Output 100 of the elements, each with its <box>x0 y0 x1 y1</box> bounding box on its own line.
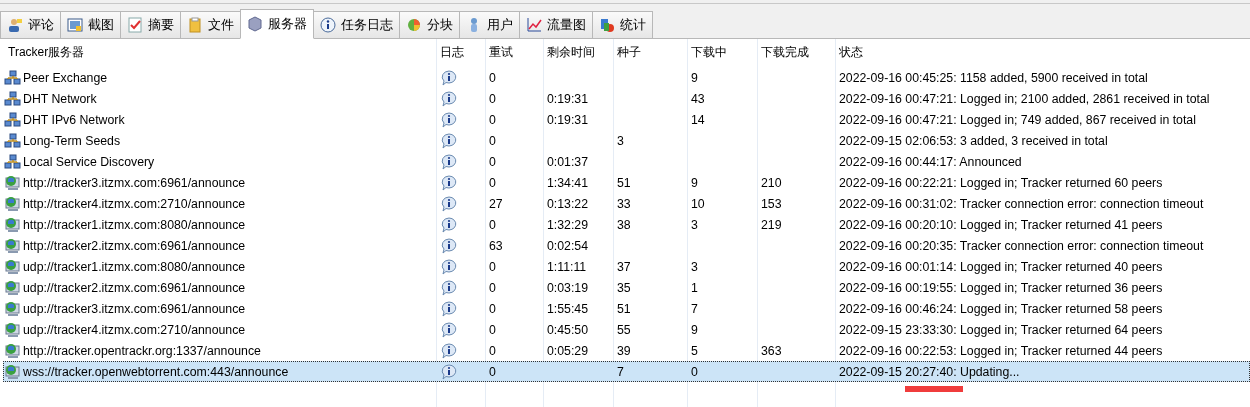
tracker-name: http://tracker1.itzmx.com:8080/announce <box>23 217 246 232</box>
tracker-name: http://tracker2.itzmx.com:6961/announce <box>23 238 246 253</box>
table-cell: 0 <box>489 133 496 148</box>
tab[interactable]: 截图 <box>60 11 121 38</box>
tracker-name: Local Service Discovery <box>23 154 155 169</box>
tab[interactable]: 统计 <box>592 11 653 38</box>
table-cell: 0 <box>489 343 496 358</box>
tracker-name: Peer Exchange <box>23 70 108 85</box>
tab[interactable]: 文件 <box>180 11 241 38</box>
table-row[interactable]: Long-Term Seeds 0 3 2022-09-15 02:06:53: 3 added, 3 received in total <box>3 130 1250 151</box>
tracker-name: DHT Network <box>23 91 97 106</box>
info-icon[interactable] <box>440 237 458 254</box>
table-cell: 43 <box>691 91 705 106</box>
globe-computer-icon <box>4 279 21 296</box>
table-cell: 0 <box>489 217 496 232</box>
status-text: 2022-09-15 20:27:40: Updating... <box>839 364 1020 379</box>
tab[interactable]: 流量图 <box>519 11 593 38</box>
status-text: 2022-09-16 00:47:21: Logged in; 749 added, 867 received in total <box>839 112 1196 127</box>
file-icon <box>187 17 203 33</box>
status-text: 2022-09-16 00:19:55: Logged in; Tracker returned 36 peers <box>839 280 1163 295</box>
table-cell: 7 <box>617 364 624 379</box>
table-row[interactable]: DHT Network 0 0:19:31 43 2022-09-16 00:47:21: Logged in; 2100 added, 2861 received in total <box>3 88 1250 109</box>
image-icon <box>67 17 83 33</box>
tracker-name: Long-Term Seeds <box>23 133 121 148</box>
table-cell: 0:02:54 <box>547 238 589 253</box>
tab[interactable]: 服务器 <box>240 9 314 39</box>
info-icon[interactable] <box>440 90 458 107</box>
status-text: 2022-09-16 00:01:14: Logged in; Tracker returned 40 peers <box>839 259 1163 274</box>
column-header[interactable]: 重试 <box>485 39 543 65</box>
info-icon[interactable] <box>440 69 458 86</box>
table-cell: 9 <box>691 175 698 190</box>
table-cell: 153 <box>761 196 782 211</box>
table-cell: 0 <box>489 259 496 274</box>
column-header[interactable]: 剩余时间 <box>543 39 613 65</box>
column-header[interactable]: 状态 <box>835 39 1250 65</box>
globe-computer-icon <box>4 342 21 359</box>
table-row[interactable]: http://tracker1.itzmx.com:8080/announce 0 1:32:29 38 3 219 2022-09-16 00:20:10: Logged in; Tracker returned 41 peers <box>3 214 1250 235</box>
column-header[interactable]: 日志 <box>436 39 485 65</box>
table-cell: 0 <box>489 70 496 85</box>
tracker-name: http://tracker.opentrackr.org:1337/announce <box>23 343 261 358</box>
pie-chart-icon <box>406 17 422 33</box>
info-icon[interactable] <box>440 195 458 212</box>
tracker-name: udp://tracker4.itzmx.com:2710/announce <box>23 322 246 337</box>
table-cell: 63 <box>489 238 503 253</box>
table-cell: 0:45:50 <box>547 322 589 337</box>
table-row[interactable]: DHT IPv6 Network 0 0:19:31 14 2022-09-16 00:47:21: Logged in; 749 added, 867 received in total <box>3 109 1250 130</box>
status-text: 2022-09-16 00:31:02: Tracker connection error: connection timeout <box>839 196 1204 211</box>
table-cell: 7 <box>691 301 698 316</box>
info-icon[interactable] <box>440 258 458 275</box>
table-cell: 0 <box>489 91 496 106</box>
tracker-name: http://tracker4.itzmx.com:2710/announce <box>23 196 246 211</box>
tab[interactable]: 任务日志 <box>313 11 400 38</box>
info-icon[interactable] <box>440 216 458 233</box>
table-cell: 0:01:37 <box>547 154 589 169</box>
status-text: 2022-09-16 00:46:24: Logged in; Tracker returned 58 peers <box>839 301 1163 316</box>
info-icon[interactable] <box>440 279 458 296</box>
table-row[interactable]: udp://tracker1.itzmx.com:8080/announce 0 1:11:11 37 3 2022-09-16 00:01:14: Logged in; Tracker returned 40 peers <box>3 256 1250 277</box>
tab[interactable]: 用户 <box>459 11 520 38</box>
info-icon[interactable] <box>440 321 458 338</box>
table-row[interactable]: http://tracker.opentrackr.org:1337/announce 0 0:05:29 39 5 363 2022-09-16 00:22:53: Logged in; Tracker returned 44 peers <box>3 340 1250 361</box>
table-cell: 1:34:41 <box>547 175 589 190</box>
table-row[interactable]: udp://tracker3.itzmx.com:6961/announce 0 1:55:45 51 7 2022-09-16 00:46:24: Logged in; Tracker returned 58 peers <box>3 298 1250 319</box>
info-icon[interactable] <box>440 363 458 380</box>
table-row[interactable]: udp://tracker4.itzmx.com:2710/announce 0 0:45:50 55 9 2022-09-15 23:33:30: Logged in; Tracker returned 64 peers <box>3 319 1250 340</box>
table-cell: 10 <box>691 196 705 211</box>
column-header[interactable]: Tracker服务器 <box>4 39 436 65</box>
globe-computer-icon <box>4 174 21 191</box>
info-icon[interactable] <box>440 342 458 359</box>
network-icon <box>4 132 21 149</box>
column-header[interactable]: 下载中 <box>687 39 757 65</box>
table-row[interactable]: http://tracker4.itzmx.com:2710/announce 27 0:13:22 33 10 153 2022-09-16 00:31:02: Tracker connection error: connection timeout <box>3 193 1250 214</box>
table-row[interactable]: Local Service Discovery 0 0:01:37 2022-09-16 00:44:17: Announced <box>3 151 1250 172</box>
info-icon[interactable] <box>440 111 458 128</box>
info-icon[interactable] <box>440 174 458 191</box>
status-text: 2022-09-15 23:33:30: Logged in; Tracker returned 64 peers <box>839 322 1163 337</box>
status-text: 2022-09-16 00:44:17: Announced <box>839 154 1022 169</box>
table-row[interactable]: http://tracker2.itzmx.com:6961/announce 63 0:02:54 2022-09-16 00:20:35: Tracker connection error: connection timeout <box>3 235 1250 256</box>
tracker-name: wss://tracker.openwebtorrent.com:443/announce <box>23 364 289 379</box>
table-cell: 0:05:29 <box>547 343 589 358</box>
table-cell: 0:19:31 <box>547 91 589 106</box>
info-icon[interactable] <box>440 132 458 149</box>
table-cell: 3 <box>691 259 698 274</box>
table-row[interactable]: udp://tracker2.itzmx.com:6961/announce 0 0:03:19 35 1 2022-09-16 00:19:55: Logged in; Tracker returned 36 peers <box>3 277 1250 298</box>
info-icon[interactable] <box>440 153 458 170</box>
tab[interactable]: 摘要 <box>120 11 181 38</box>
table-cell: 55 <box>617 322 631 337</box>
network-icon <box>4 90 21 107</box>
table-row[interactable]: Peer Exchange 0 9 2022-09-16 00:45:25: 1158 added, 5900 received in total <box>3 67 1250 88</box>
table-cell: 1:55:45 <box>547 301 589 316</box>
table-cell: 1:11:11 <box>547 259 587 274</box>
info-icon[interactable] <box>440 300 458 317</box>
tab[interactable]: 评论 <box>0 11 61 38</box>
table-cell: 0 <box>691 364 698 379</box>
table-row[interactable]: http://tracker3.itzmx.com:6961/announce 0 1:34:41 51 9 210 2022-09-16 00:22:21: Logged in; Tracker returned 60 peers <box>3 172 1250 193</box>
column-header[interactable]: 下载完成 <box>757 39 835 65</box>
table-cell: 1 <box>691 280 698 295</box>
tab[interactable]: 分块 <box>399 11 460 38</box>
column-header[interactable]: 种子 <box>613 39 687 65</box>
tracker-name: udp://tracker2.itzmx.com:6961/announce <box>23 280 246 295</box>
table-cell: 0:19:31 <box>547 112 589 127</box>
